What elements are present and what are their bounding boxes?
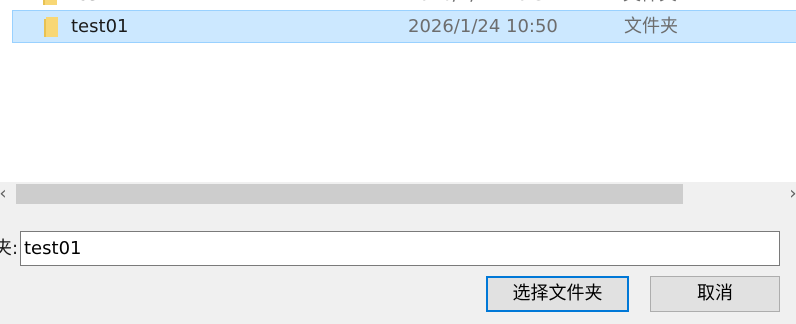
folder-icon [43, 0, 57, 5]
folder-field-label: 夹: [0, 238, 19, 259]
scroll-left-icon[interactable]: ‹ [0, 182, 10, 206]
file-list-row-selected[interactable]: test01 2026/1/24 10:50 文件夹 [12, 10, 796, 43]
select-folder-button[interactable]: 选择文件夹 [486, 276, 629, 312]
horizontal-scrollbar[interactable]: ‹ › [0, 182, 796, 206]
file-list-pane: test 2026/1/24 10:51 文件夹 test01 2026/1/2… [0, 0, 796, 182]
cancel-button[interactable]: 取消 [650, 276, 780, 312]
folder-name-input[interactable]: test01 [20, 231, 780, 266]
folder-icon [44, 17, 58, 37]
file-date: 2026/1/24 10:50 [408, 16, 558, 37]
file-type: 文件夹 [624, 16, 678, 37]
file-name: test01 [71, 16, 129, 37]
scrollbar-thumb[interactable] [16, 184, 683, 204]
scroll-right-icon[interactable]: › [786, 182, 796, 206]
